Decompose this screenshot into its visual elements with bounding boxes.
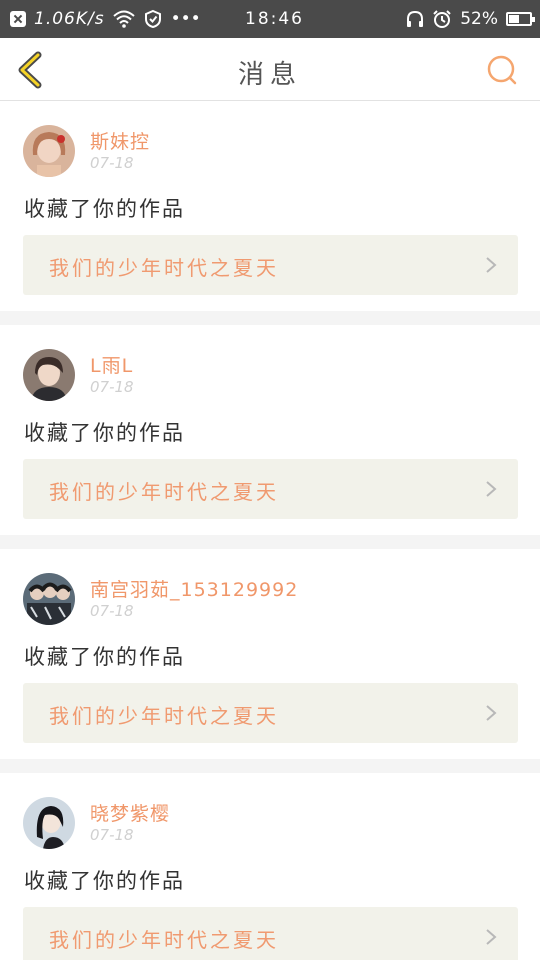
status-right: 52%	[406, 0, 535, 38]
avatar-image	[23, 797, 75, 849]
message-card: 斯妹控 07-18 收藏了你的作品 我们的少年时代之夏天	[0, 101, 540, 311]
message-card: 南宫羽茹_153129992 07-18 收藏了你的作品 我们的少年时代之夏天	[0, 549, 540, 759]
status-bar: 1.06K/s ••• 18:46 52%	[0, 0, 540, 38]
message-date: 07-18	[90, 826, 134, 844]
work-link[interactable]: 我们的少年时代之夏天	[23, 683, 518, 743]
battery-percent: 52%	[460, 9, 498, 29]
avatar[interactable]	[23, 797, 75, 849]
message-card: 晓梦紫樱 07-18 收藏了你的作品 我们的少年时代之夏天	[0, 773, 540, 960]
avatar[interactable]	[23, 349, 75, 401]
work-link[interactable]: 我们的少年时代之夏天	[23, 235, 518, 295]
search-icon[interactable]	[486, 54, 518, 86]
shield-icon	[144, 9, 161, 29]
action-text: 收藏了你的作品	[24, 421, 185, 445]
action-text: 收藏了你的作品	[24, 869, 185, 893]
chevron-right-icon	[486, 705, 497, 721]
work-link[interactable]: 我们的少年时代之夏天	[23, 907, 518, 960]
work-title: 我们的少年时代之夏天	[49, 480, 279, 504]
work-title: 我们的少年时代之夏天	[49, 928, 279, 952]
avatar[interactable]	[23, 125, 75, 177]
message-date: 07-18	[90, 378, 134, 396]
work-link[interactable]: 我们的少年时代之夏天	[23, 459, 518, 519]
work-title: 我们的少年时代之夏天	[49, 256, 279, 280]
avatar-image	[23, 573, 75, 625]
action-text: 收藏了你的作品	[24, 645, 185, 669]
avatar[interactable]	[23, 573, 75, 625]
notification-close-icon	[10, 11, 26, 27]
chevron-right-icon	[486, 481, 497, 497]
network-speed: 1.06K/s	[34, 9, 105, 29]
wifi-icon	[112, 10, 135, 28]
alarm-icon	[433, 10, 451, 28]
message-date: 07-18	[90, 602, 134, 620]
username[interactable]: 南宫羽茹_153129992	[90, 575, 298, 602]
battery-icon	[506, 12, 535, 26]
more-notifications-icon: •••	[170, 9, 201, 29]
username[interactable]: 斯妹控	[90, 127, 150, 154]
avatar-image	[23, 125, 75, 177]
battery-level	[509, 15, 519, 23]
top-bar: 消息	[0, 38, 540, 101]
message-list: 斯妹控 07-18 收藏了你的作品 我们的少年时代之夏天 L雨L 07-18 收…	[0, 101, 540, 960]
username[interactable]: L雨L	[90, 351, 133, 378]
message-card: L雨L 07-18 收藏了你的作品 我们的少年时代之夏天	[0, 325, 540, 535]
page-title: 消息	[237, 60, 302, 90]
chevron-right-icon	[486, 929, 497, 945]
work-title: 我们的少年时代之夏天	[49, 704, 279, 728]
chevron-right-icon	[486, 257, 497, 273]
username[interactable]: 晓梦紫樱	[90, 799, 170, 826]
avatar-image	[23, 349, 75, 401]
headphones-icon	[407, 10, 424, 27]
message-date: 07-18	[90, 154, 134, 172]
action-text: 收藏了你的作品	[24, 197, 185, 221]
status-left: 1.06K/s •••	[10, 9, 210, 29]
clock: 18:46	[245, 9, 304, 29]
